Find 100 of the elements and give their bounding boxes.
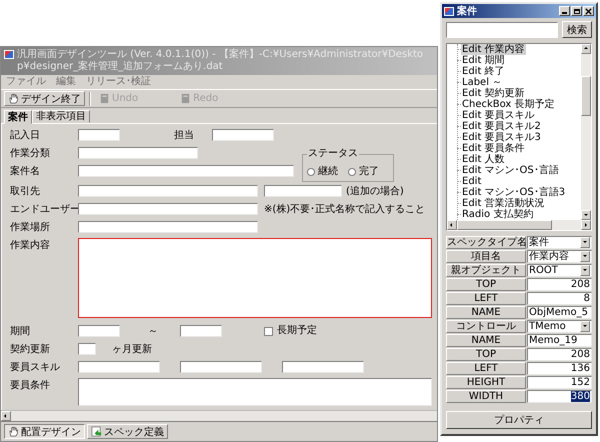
scrollbar[interactable]	[581, 44, 591, 220]
tree-item[interactable]: Edit 終了	[461, 66, 506, 77]
tree-item[interactable]: Edit	[461, 176, 482, 187]
tab[interactable]: 非表示項目	[32, 110, 90, 123]
page-icon	[91, 426, 102, 437]
search-button[interactable]: 検索	[562, 21, 592, 38]
property-field[interactable]: 152	[527, 376, 592, 389]
tree-item[interactable]: Edit マシン･OS･言語3	[461, 187, 566, 198]
properties-button[interactable]: プロパティ	[446, 411, 592, 429]
tree-item[interactable]: Edit 契約更新	[461, 88, 526, 99]
text-field[interactable]	[78, 325, 120, 337]
property-name: HEIGHT	[446, 376, 526, 389]
tree-item[interactable]: Edit 人数	[461, 154, 506, 165]
field-label: 要員スキル	[10, 362, 60, 374]
property-name: LEFT	[446, 362, 526, 375]
dropdown[interactable]: TMemo	[527, 320, 592, 333]
field-label: 作業分類	[10, 148, 50, 160]
minimize-button[interactable]	[559, 6, 570, 16]
text-field[interactable]	[282, 361, 364, 373]
text-field[interactable]	[180, 361, 262, 373]
property-field[interactable]: Memo_19	[527, 334, 592, 347]
property-name: 親オブジェクト	[446, 264, 526, 277]
text-field[interactable]	[78, 147, 198, 159]
memo-field[interactable]	[78, 378, 432, 406]
memo-field[interactable]	[78, 238, 432, 318]
unit-text: ヶ月更新	[112, 344, 152, 356]
scrollbar[interactable]	[447, 220, 591, 230]
property-field[interactable]: 208	[527, 278, 592, 291]
property-field[interactable]: 8	[527, 292, 592, 305]
field-label: 作業場所	[10, 222, 50, 234]
text-field[interactable]	[78, 185, 258, 197]
hint-text: ※(株)不要･正式名称で記入すること	[264, 204, 426, 216]
group-legend: ステータス	[307, 148, 359, 160]
text-field[interactable]	[212, 129, 274, 141]
text-field[interactable]	[78, 203, 258, 215]
property-name: NAME	[446, 306, 526, 319]
search-field[interactable]	[446, 22, 558, 38]
window-title: 汎用画面デザインツール (Ver. 4.0.1.1(0)) - 【案件】-C:¥Users¥Administrator¥Desktop¥designer_案件管理_追加フォームあり.dat	[17, 49, 424, 73]
property-name: 項目名	[446, 250, 526, 263]
close-button[interactable]	[583, 6, 594, 16]
property-name: NAME	[446, 334, 526, 347]
property-field[interactable]: ObjMemo_5	[527, 306, 592, 319]
dropdown[interactable]: 作業内容	[527, 250, 592, 263]
property-name: スペックタイプ名	[446, 236, 526, 249]
dropdown[interactable]: 案件	[527, 236, 592, 249]
document-icon	[99, 93, 110, 104]
property-name: LEFT	[446, 292, 526, 305]
radio-option[interactable]: 完了	[348, 166, 379, 178]
tree-item[interactable]: Edit 要員スキル	[461, 110, 536, 121]
tree-item[interactable]: Radio 支払契約	[461, 209, 534, 220]
hand-icon	[8, 426, 19, 437]
property-field[interactable]: 208	[527, 348, 592, 361]
field-label: 契約更新	[10, 344, 50, 356]
field-label: 案件名	[10, 166, 40, 178]
hand-icon	[8, 93, 19, 104]
property-name: TOP	[446, 348, 526, 361]
close-icon	[585, 8, 592, 14]
tree-item[interactable]: Edit 要員スキル2	[461, 121, 542, 132]
toolbar-button[interactable]: デザイン終了	[4, 91, 85, 106]
property-name: WIDTH	[446, 390, 526, 403]
text-field[interactable]	[78, 165, 294, 177]
property-field[interactable]: 380	[527, 390, 592, 403]
menu-item[interactable]: 編集	[56, 76, 76, 88]
checkbox[interactable]: 長期予定	[264, 325, 317, 337]
scrollbar[interactable]	[1, 410, 437, 421]
tree-item[interactable]: Edit 要員条件	[461, 143, 526, 154]
window-title: 案件	[457, 4, 477, 18]
text-field[interactable]	[78, 129, 120, 141]
text-field[interactable]	[78, 343, 96, 355]
field-label: 期間	[10, 326, 30, 338]
field-label: 要員条件	[10, 380, 50, 392]
radio-option[interactable]: 継続	[307, 166, 338, 178]
property-field[interactable]: 136	[527, 362, 592, 375]
menu-item[interactable]: リリース･検証	[86, 76, 151, 88]
tree-item[interactable]: CheckBox 長期予定	[461, 99, 556, 110]
tree-item[interactable]: Edit 営業活動状況	[461, 198, 546, 209]
text-field[interactable]	[78, 221, 258, 233]
dropdown[interactable]: ROOT	[527, 264, 592, 277]
field-label: 担当	[174, 130, 194, 142]
field-label: 取引先	[10, 186, 40, 198]
hint-text: (追加の場合)	[346, 186, 404, 198]
text-field[interactable]	[180, 325, 222, 337]
tab[interactable]: 配置デザイン	[4, 424, 85, 439]
menu-item[interactable]: ファイル	[6, 76, 46, 88]
tree-item[interactable]: Edit 要員スキル3	[461, 132, 542, 143]
text-field[interactable]	[264, 185, 342, 197]
property-name: TOP	[446, 278, 526, 291]
maximize-button[interactable]	[571, 6, 582, 16]
app-icon	[4, 50, 14, 59]
tree-item[interactable]: Edit マシン･OS･言語	[461, 165, 560, 176]
field-label: 作業内容	[10, 240, 50, 252]
tab[interactable]: スペック定義	[87, 424, 168, 439]
field-label: 記入日	[10, 130, 40, 142]
property-name: コントロール	[446, 320, 526, 333]
document-icon	[180, 93, 192, 104]
tab[interactable]: 案件	[4, 110, 32, 124]
tree-item[interactable]: Label ～	[461, 77, 504, 88]
text-field[interactable]	[78, 361, 160, 373]
app-icon	[444, 7, 454, 16]
tree-item[interactable]: Edit 期間	[461, 55, 506, 66]
